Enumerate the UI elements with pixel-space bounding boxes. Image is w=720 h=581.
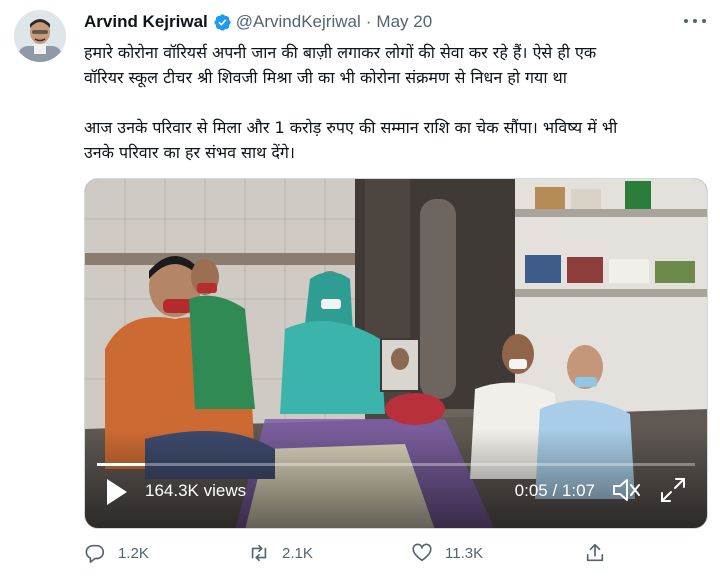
author-handle[interactable]: @ArvindKejriwal [236, 12, 361, 32]
tweet-date[interactable]: May 20 [376, 12, 432, 32]
heart-icon [412, 543, 432, 562]
play-icon[interactable] [105, 478, 129, 506]
author-avatar[interactable] [14, 10, 66, 62]
author-name[interactable]: Arvind Kejriwal [84, 12, 208, 32]
retweet-count: 2.1K [282, 544, 313, 562]
tweet-text-line: हमारे कोरोना वॉरियर्स अपनी जान की बाज़ी … [84, 43, 597, 62]
more-options-icon[interactable] [684, 14, 706, 28]
tweet-text-line: वॉरियर स्कूल टीचर श्री शिवजी मिश्रा जी क… [84, 68, 567, 87]
tweet-paragraph-1: हमारे कोरोना वॉरियर्स अपनी जान की बाज़ी … [84, 40, 696, 90]
tweet-text-line: आज उनके परिवार से मिला और 1 करोड़ रुपए क… [84, 118, 618, 137]
volume-icon[interactable] [611, 476, 641, 504]
avatar-image [14, 10, 66, 62]
tweet-text-line: उनके परिवार का हर संभव साथ देंगे। [84, 143, 295, 162]
reply-icon [85, 544, 105, 563]
share-button[interactable] [584, 542, 618, 564]
video-controls: 164.3K views 0:05 / 1:07 [85, 464, 707, 528]
retweet-button[interactable]: 2.1K [248, 542, 313, 564]
reply-button[interactable]: 1.2K [84, 542, 149, 564]
video-views: 164.3K views [145, 481, 247, 500]
tweet-actions: 1.2K 2.1K 11.3K [84, 542, 624, 570]
tweet-text: हमारे कोरोना वॉरियर्स अपनी जान की बाज़ी … [84, 40, 696, 165]
like-count: 11.3K [445, 544, 484, 562]
video-time: 0:05 / 1:07 [514, 481, 595, 500]
tweet-header: Arvind Kejriwal @ArvindKejriwal · May 20 [84, 12, 432, 32]
like-button[interactable]: 11.3K [411, 542, 483, 564]
tweet-paragraph-2: आज उनके परिवार से मिला और 1 करोड़ रुपए क… [84, 115, 696, 165]
fullscreen-icon[interactable] [659, 476, 687, 504]
header-separator: · [365, 12, 372, 31]
retweet-icon [251, 544, 267, 562]
reply-count: 1.2K [118, 544, 149, 562]
verified-badge-icon [213, 13, 232, 32]
tweet-card: Arvind Kejriwal @ArvindKejriwal · May 20… [0, 0, 720, 581]
video-player[interactable]: 164.3K views 0:05 / 1:07 [84, 178, 708, 529]
share-icon [586, 543, 604, 562]
